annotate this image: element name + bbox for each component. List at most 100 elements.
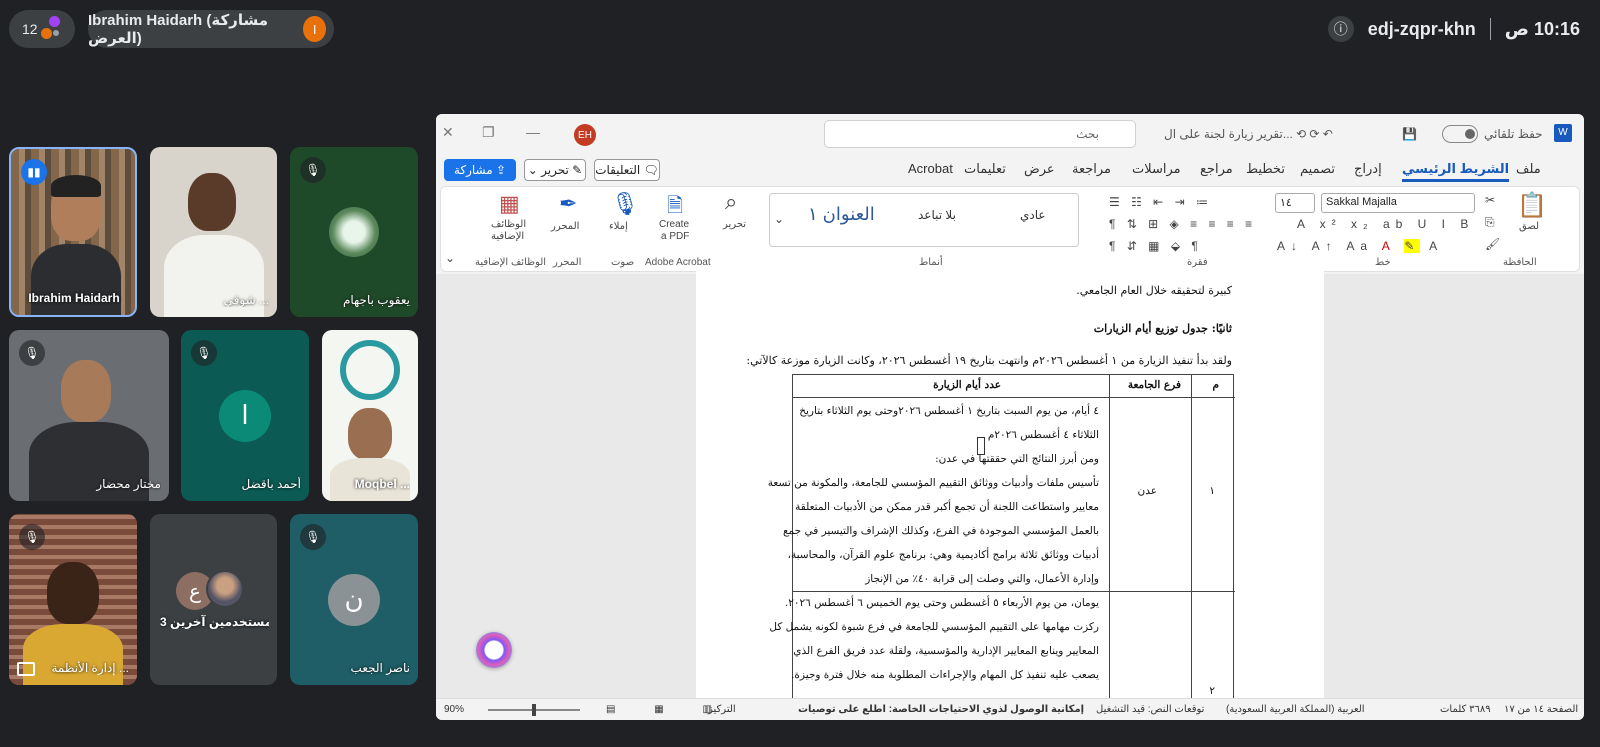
participant-tile[interactable]: شوقي ... xyxy=(150,147,277,317)
color-icons[interactable]: A↓ A↑ Aa A ✎ A xyxy=(1277,239,1443,253)
user-avatar[interactable]: EH xyxy=(574,124,596,146)
visits-table: م فرع الجامعة عدد أيام الزيارة ١ عدن ٤ أ… xyxy=(768,374,1235,705)
participant-tile[interactable]: ا 🎙 أحمد باقضل xyxy=(181,330,309,501)
editor-icon[interactable]: ✒ xyxy=(559,191,577,217)
style-heading1[interactable]: العنوان ١ xyxy=(808,204,875,225)
tab-view[interactable]: عرض xyxy=(1024,161,1055,177)
person-head xyxy=(188,173,236,231)
participant-tile[interactable]: 🎙 مختار محضار xyxy=(9,330,169,501)
tab-references[interactable]: مراجع xyxy=(1200,161,1233,177)
copilot-icon[interactable] xyxy=(476,632,512,668)
group-styles-label: أنماط xyxy=(919,257,943,268)
group-addins-label: الوظائف الإضافية xyxy=(475,257,547,268)
tab-acrobat[interactable]: Acrobat xyxy=(908,161,953,176)
presenter-label: Ibrahim Haidarh (مشاركة العرض) xyxy=(88,12,268,47)
row1-line: بالعمل المؤسسي الموجودة في الفرع، وكذلك … xyxy=(782,525,1099,537)
focus-mode[interactable]: التركيز xyxy=(708,704,736,715)
collapse-ribbon-icon[interactable]: ⌄ xyxy=(445,251,455,265)
tab-layout[interactable]: تخطيط xyxy=(1246,161,1285,177)
person-body xyxy=(23,624,123,685)
editing-mode-button[interactable]: ⌄ تحرير ✎ xyxy=(524,159,586,181)
font-name-box[interactable]: Sakkal Majalla xyxy=(1321,193,1475,213)
text-predictions-status[interactable]: توقعات النص: قيد التشغيل xyxy=(1096,704,1204,715)
editing-button-label[interactable]: تحرير xyxy=(723,219,746,230)
document-page[interactable]: كبيرة لتحقيقه خلال العام الجامعي. ثانيًا… xyxy=(696,270,1324,705)
dictate-button-label[interactable]: إملاء xyxy=(609,221,628,232)
restore-icon[interactable]: ❐ xyxy=(482,124,495,141)
participant-avatars-icon xyxy=(41,16,67,42)
page-number[interactable]: الصفحة ١٤ من ١٧ xyxy=(1504,704,1578,715)
participant-name: شوقي ... xyxy=(223,293,269,307)
header-days: عدد أيام الزيارة xyxy=(933,379,1001,391)
microphone-icon[interactable]: 🎙 xyxy=(611,191,639,217)
tab-design[interactable]: تصميم xyxy=(1300,161,1335,177)
paragraph-controls-icons[interactable]: ☰ ☷ ⇤ ⇥ ≔ xyxy=(1109,195,1212,209)
tab-home[interactable]: الشريط الرئيسي xyxy=(1402,161,1510,182)
tab-insert[interactable]: إدراج xyxy=(1354,161,1382,177)
font-size-box[interactable]: ١٤ xyxy=(1275,193,1315,213)
cut-icon[interactable]: ✂ xyxy=(1485,193,1495,207)
mouse-cursor-icon xyxy=(977,437,985,455)
find-icon[interactable]: ⌕ xyxy=(725,189,737,215)
row1-branch: عدن xyxy=(1137,485,1158,497)
tab-mailings[interactable]: مراسلات xyxy=(1132,161,1181,177)
participant-initial-avatar: ن xyxy=(328,573,380,626)
share-label: مشاركة xyxy=(453,163,493,177)
create-pdf-label-1[interactable]: Create xyxy=(659,219,689,230)
comments-button[interactable]: التعليقات 🗨 xyxy=(594,159,660,181)
participant-count: 12 xyxy=(22,21,38,37)
info-icon[interactable]: ⓘ xyxy=(1327,16,1354,42)
close-icon[interactable]: ✕ xyxy=(442,124,454,141)
presenter-avatar: I xyxy=(303,16,326,42)
participant-tile[interactable]: ▮▮ Ibrahim Haidarh xyxy=(9,147,137,317)
language-status[interactable]: العربية (المملكة العربية السعودية) xyxy=(1226,704,1365,715)
create-pdf-label-2: a PDF xyxy=(661,231,690,242)
addins-button-label[interactable]: الوظائف xyxy=(491,219,526,230)
participants-button[interactable]: 12 xyxy=(9,10,75,48)
word-count[interactable]: ٣٦٨٩ كلمات xyxy=(1440,704,1491,715)
paste-icon[interactable]: 📋 xyxy=(1517,191,1547,220)
sort-shading-icons[interactable]: ¶ ⇵ ▦ ⬙ ¶ xyxy=(1109,239,1202,253)
alignment-icons[interactable]: ¶ ⇅ ⊞ ◈ ≡ ≡ ≡ ≡ xyxy=(1109,217,1256,231)
minimize-icon[interactable]: — xyxy=(526,124,540,140)
row2-number: ٢ xyxy=(1209,685,1215,697)
row2-line: يومان، من يوم الأربعاء ٥ أغسطس وحتى يوم … xyxy=(784,597,1099,609)
addins-icon[interactable]: ▦ xyxy=(499,191,520,217)
row1-line: ٤ أيام، من يوم السبت بتاريخ ١ أغسطس ٢٠٢٦… xyxy=(799,405,1099,417)
accessibility-status[interactable]: إمكانية الوصول لذوي الاحتياجات الخاصة: ا… xyxy=(798,704,1084,715)
editor-button-label[interactable]: المحرر xyxy=(551,221,579,232)
zoom-slider[interactable] xyxy=(488,704,580,716)
style-no-spacing[interactable]: بلا تباعد xyxy=(918,208,956,222)
document-title[interactable]: تقرير زيارة لجنة على ال... xyxy=(1164,127,1293,141)
paste-button-label[interactable]: لصق xyxy=(1519,221,1539,232)
header-m: م xyxy=(1212,379,1219,391)
participant-tile[interactable]: ع 3 مستخدمين آخرين xyxy=(150,514,277,685)
presenter-chip[interactable]: Ibrahim Haidarh (مشاركة العرض) I xyxy=(88,10,334,48)
participant-tile[interactable]: 🎙 إدارة الأنظمة ... xyxy=(9,514,137,685)
save-icon[interactable]: 💾 xyxy=(1402,127,1417,141)
person-hair xyxy=(51,175,101,197)
table-divider xyxy=(1109,375,1110,705)
person-body xyxy=(31,244,121,315)
format-painter-icon[interactable]: 🖌 xyxy=(1485,237,1500,251)
tab-review[interactable]: مراجعة xyxy=(1072,161,1111,177)
search-box[interactable]: بحث xyxy=(824,120,1136,148)
participant-tile[interactable]: 🎙 يعقوب باجهام xyxy=(290,147,418,317)
row2-line: ركزت مهامها على التقييم المؤسسي للجامعة … xyxy=(769,621,1099,633)
group-adobe-label: Adobe Acrobat xyxy=(645,257,711,268)
share-button[interactable]: مشاركة ⇪ xyxy=(444,159,516,181)
tab-file[interactable]: ملف xyxy=(1516,161,1541,177)
tab-help[interactable]: تعليمات xyxy=(964,161,1006,177)
group-paragraph-label: فقرة xyxy=(1187,257,1208,268)
format-icons[interactable]: A x² x₂ ab U I B xyxy=(1297,217,1474,231)
styles-expand-icon[interactable]: ⌄ xyxy=(774,212,784,226)
undo-redo-icons[interactable]: ⟲ ⟳ ↶ xyxy=(1296,127,1333,141)
row1-line: تأسيس ملفات وأدبيات ووثائق التقييم المؤس… xyxy=(767,477,1099,489)
style-normal[interactable]: عادي xyxy=(1020,208,1046,222)
participant-tile[interactable]: Moqbel ... xyxy=(322,330,418,501)
copy-icon[interactable]: ⎘ xyxy=(1485,215,1495,230)
zoom-level[interactable]: 90% xyxy=(444,704,464,715)
autosave-toggle[interactable] xyxy=(1442,125,1478,143)
participant-tile[interactable]: ن 🎙 ناصر الجعب xyxy=(290,514,418,685)
participant-name: مختار محضار xyxy=(96,477,161,491)
